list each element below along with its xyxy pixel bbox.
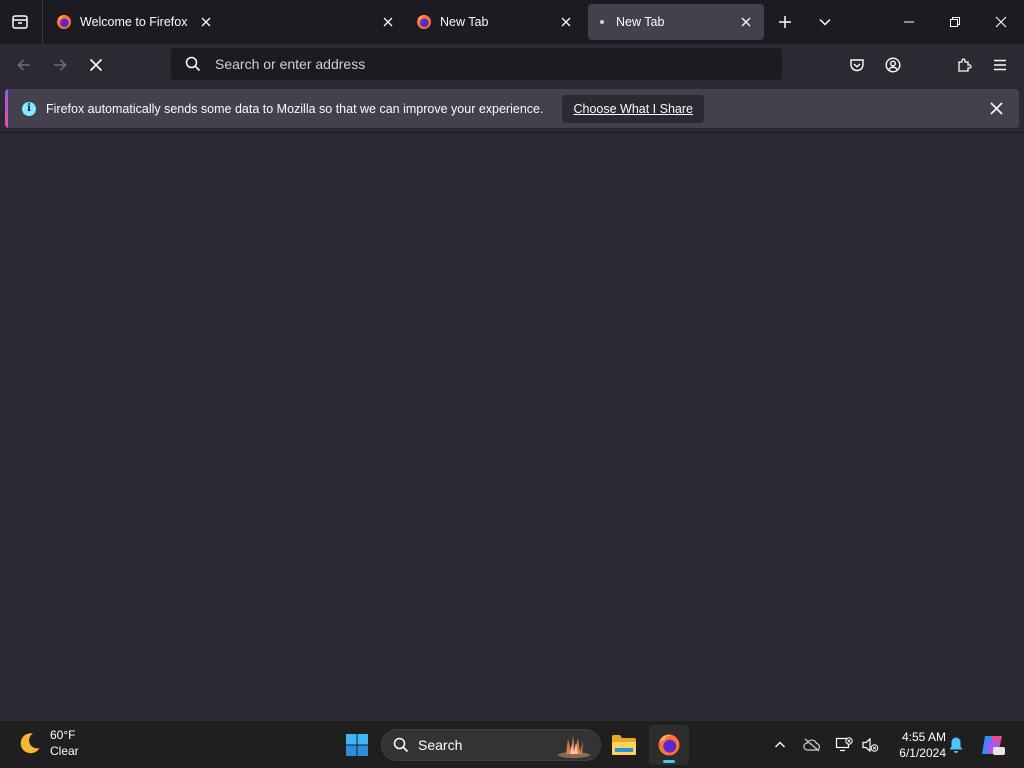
chevron-down-icon	[819, 18, 831, 26]
onedrive-button[interactable]	[802, 735, 822, 755]
forward-button[interactable]	[46, 51, 74, 79]
restore-button[interactable]	[932, 0, 978, 44]
hamburger-menu-icon	[994, 59, 1006, 71]
clock-time: 4:55 AM	[901, 730, 946, 744]
firefox-icon	[57, 15, 71, 29]
restore-icon	[950, 17, 960, 27]
weather-temperature: 60°F	[50, 728, 76, 742]
firefox-icon	[658, 734, 680, 756]
windows-logo-icon	[346, 734, 368, 756]
tab-title: New Tab	[616, 15, 665, 29]
address-input[interactable]	[215, 56, 735, 72]
network-disconnected-icon	[835, 737, 853, 752]
choose-what-i-share-button[interactable]: Choose What I Share	[562, 94, 704, 123]
notification-message: Firefox automatically sends some data to…	[46, 101, 544, 116]
active-app-indicator	[663, 760, 675, 763]
tab-strip: Welcome to Firefox New Tab New Tab	[0, 0, 1024, 44]
notification-accent	[5, 89, 8, 128]
extensions-button[interactable]	[950, 51, 978, 79]
loading-dot-icon	[600, 20, 604, 24]
tab-close-button[interactable]	[554, 10, 578, 34]
weather-condition: Clear	[50, 744, 79, 758]
tab-title: Welcome to Firefox	[80, 15, 188, 29]
url-bar[interactable]	[171, 48, 782, 80]
close-window-button[interactable]	[978, 0, 1024, 44]
search-icon	[393, 737, 409, 753]
minimize-icon	[904, 21, 914, 23]
tab-close-button[interactable]	[734, 10, 758, 34]
arrow-left-icon	[17, 59, 30, 71]
copilot-icon	[982, 736, 1005, 755]
close-icon	[741, 17, 751, 27]
tab-close-button[interactable]	[376, 10, 400, 34]
notification-close-button[interactable]	[985, 97, 1007, 119]
firefox-taskbar-button[interactable]	[649, 725, 689, 765]
folder-icon	[612, 735, 636, 755]
nav-bar	[0, 44, 1024, 86]
pocket-icon	[850, 59, 864, 72]
page-content	[0, 132, 1024, 720]
show-hidden-icons-button[interactable]	[770, 735, 790, 755]
taskbar-search-box[interactable]: Search	[381, 729, 601, 761]
start-button[interactable]	[341, 729, 373, 761]
pocket-button[interactable]	[843, 51, 871, 79]
new-tab-button[interactable]	[773, 10, 797, 34]
search-icon	[185, 56, 201, 72]
close-icon	[561, 17, 571, 27]
app-menu-button[interactable]	[986, 51, 1014, 79]
cloud-offline-icon	[803, 738, 820, 752]
data-reporting-notification: i Firefox automatically sends some data …	[5, 89, 1019, 128]
plus-icon	[779, 16, 791, 28]
minimize-button[interactable]	[886, 0, 932, 44]
notification-area: i Firefox automatically sends some data …	[0, 86, 1024, 132]
tab-welcome[interactable]: Welcome to Firefox	[44, 4, 224, 40]
weather-widget[interactable]: 60°F Clear	[18, 727, 79, 759]
tab-spacer	[224, 4, 404, 40]
puzzle-icon	[958, 58, 972, 72]
stop-icon	[89, 58, 103, 72]
notifications-button[interactable]	[946, 735, 966, 755]
tab-close-button[interactable]	[194, 10, 218, 34]
firefox-view-icon	[12, 15, 28, 29]
tab-separator	[42, 0, 43, 44]
volume-button[interactable]	[860, 735, 880, 755]
list-all-tabs-button[interactable]	[813, 10, 837, 34]
close-icon	[383, 17, 393, 27]
clock[interactable]: 4:55 AM 6/1/2024	[888, 729, 946, 761]
screen: Welcome to Firefox New Tab New Tab Searc…	[0, 0, 1024, 768]
firefox-view-button[interactable]	[8, 10, 32, 34]
tab-new-1[interactable]: New Tab	[404, 4, 584, 40]
firefox-icon	[417, 15, 431, 29]
clock-date: 6/1/2024	[899, 746, 946, 760]
copilot-button[interactable]	[980, 732, 1006, 758]
close-icon	[995, 16, 1007, 28]
close-icon	[989, 101, 1003, 115]
moon-icon	[20, 733, 40, 754]
speaker-muted-icon	[862, 737, 879, 753]
tab-title: New Tab	[440, 15, 489, 29]
close-icon	[201, 17, 211, 27]
account-button[interactable]	[879, 51, 907, 79]
arrow-right-icon	[54, 59, 67, 71]
chevron-up-icon	[775, 741, 785, 748]
account-icon	[885, 57, 901, 73]
info-icon: i	[22, 101, 36, 116]
network-button[interactable]	[834, 735, 854, 755]
taskbar-search-label: Search	[418, 737, 463, 753]
stop-button[interactable]	[82, 51, 110, 79]
file-explorer-taskbar-button[interactable]	[604, 725, 644, 765]
tab-new-2[interactable]: New Tab	[588, 4, 764, 40]
taskbar: 60°F Clear Search 4:55 AM 6/1/2024	[0, 720, 1024, 768]
bell-icon	[949, 737, 963, 753]
back-button[interactable]	[10, 51, 38, 79]
search-highlight-icon	[558, 736, 590, 758]
